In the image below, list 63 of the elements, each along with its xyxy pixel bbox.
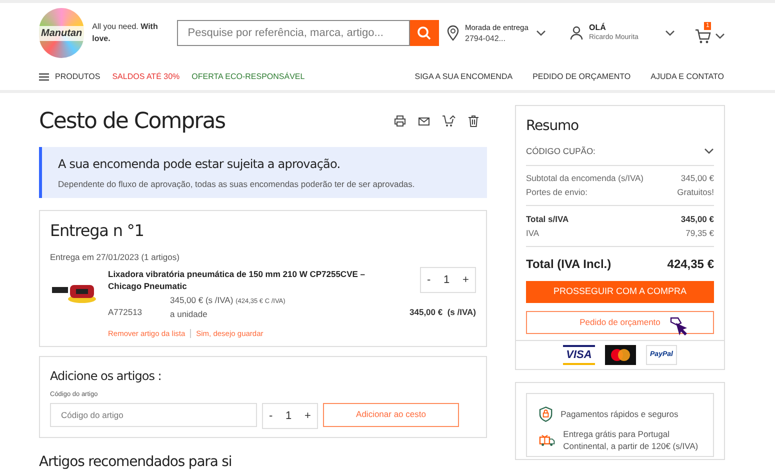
tagline: All you need. With love. bbox=[92, 21, 159, 45]
product-name[interactable]: Lixadora vibratória pneumática de 150 mm 210 W CP7255CVE – Chicago Pneumatic bbox=[108, 268, 398, 293]
greeting: OLÁ bbox=[589, 23, 607, 33]
summary-value: Gratuitos! bbox=[677, 186, 714, 199]
chevron-down-icon bbox=[665, 30, 675, 36]
unit-label: a unidade bbox=[170, 308, 208, 320]
nav-link[interactable]: PEDIDO DE ORÇAMENTO bbox=[532, 70, 631, 82]
shield-lock-icon bbox=[539, 406, 553, 422]
chevron-down-icon bbox=[715, 33, 725, 39]
summary-value: 345,00 € bbox=[680, 213, 714, 226]
mail-icon[interactable] bbox=[418, 115, 430, 127]
delivery-title: Entrega n °1 bbox=[50, 220, 145, 242]
mastercard-logo bbox=[605, 344, 636, 365]
notice-title: A sua encomenda pode estar sujeita a aprovação. bbox=[58, 156, 342, 173]
product-ref: A772513 bbox=[108, 306, 144, 319]
nav-link[interactable]: SALDOS ATÉ 30% bbox=[112, 70, 180, 82]
plus-button[interactable]: + bbox=[462, 272, 469, 288]
location-pin-icon bbox=[447, 25, 459, 41]
chevron-down-icon bbox=[536, 30, 546, 36]
chevron-down-icon bbox=[704, 148, 714, 154]
user-icon bbox=[570, 26, 583, 40]
gift-truck-icon bbox=[539, 432, 556, 447]
minus-button[interactable]: - bbox=[269, 408, 273, 424]
minus-button[interactable]: - bbox=[427, 272, 431, 288]
delivery-date: Entrega em 27/01/2023 (1 artigos) bbox=[50, 251, 180, 264]
nav-link[interactable]: SIGA A SUA ENCOMENDA bbox=[414, 70, 513, 82]
menu-icon bbox=[39, 72, 49, 80]
summary-label: Subtotal da encomenda (s/IVA) bbox=[526, 172, 644, 185]
add-items-title: Adicione os artigos : bbox=[50, 368, 162, 385]
nav-link[interactable]: OFERTA ECO-RESPONSÁVEL bbox=[192, 70, 305, 82]
products-menu[interactable]: PRODUTOS bbox=[39, 70, 100, 82]
summary-value: 345,00 € bbox=[680, 172, 714, 185]
quantity-value: 1 bbox=[444, 272, 450, 288]
cart-share-icon[interactable] bbox=[442, 115, 456, 127]
benefit-text: Entrega grátis para Portugal Continental, a partir de 120€ (s/IVA) bbox=[563, 428, 700, 452]
nav-link[interactable]: AJUDA E CONTATO bbox=[650, 70, 724, 82]
search-button[interactable] bbox=[410, 20, 439, 46]
quantity-stepper[interactable]: - 1 + bbox=[420, 266, 476, 293]
benefit-text: Pagamentos rápidos e seguros bbox=[560, 408, 680, 420]
notice-text: Dependente do fluxo de aprovação, todas as suas encomendas poderão ter de ser aprovadas. bbox=[58, 178, 416, 190]
logo[interactable]: Manutan bbox=[39, 8, 84, 58]
search-icon bbox=[417, 26, 432, 40]
summary-value: 79,35 € bbox=[686, 227, 714, 240]
article-code-field[interactable]: Código do artigo bbox=[50, 402, 257, 427]
cart-icon bbox=[695, 28, 711, 44]
recommended-title: Artigos recomendados para si bbox=[39, 453, 233, 472]
trash-icon[interactable] bbox=[468, 115, 479, 127]
line-total: 345,00 € (s /IVA) bbox=[410, 306, 476, 319]
quantity-value: 1 bbox=[286, 408, 292, 424]
delivery-value: 2794-042... bbox=[465, 33, 506, 44]
coupon-toggle[interactable]: CÓDIGO CUPÃO: bbox=[526, 143, 714, 166]
summary-title: Resumo bbox=[526, 117, 580, 136]
plus-button[interactable]: + bbox=[304, 408, 311, 424]
quantity-stepper[interactable]: - 1 + bbox=[262, 402, 318, 429]
search-field[interactable]: Pesquise por referência, marca, artigo... bbox=[176, 20, 410, 46]
print-icon[interactable] bbox=[394, 115, 406, 127]
page-title: Cesto de Compras bbox=[39, 108, 226, 136]
total-value: 424,35 € bbox=[667, 256, 714, 273]
summary-label: IVA bbox=[526, 227, 540, 240]
total-label: Total (IVA Incl.) bbox=[526, 256, 612, 273]
summary-label: Portes de envio: bbox=[526, 186, 588, 199]
summary-label: Total s/IVA bbox=[526, 213, 569, 226]
visa-logo: VISA bbox=[563, 344, 595, 365]
